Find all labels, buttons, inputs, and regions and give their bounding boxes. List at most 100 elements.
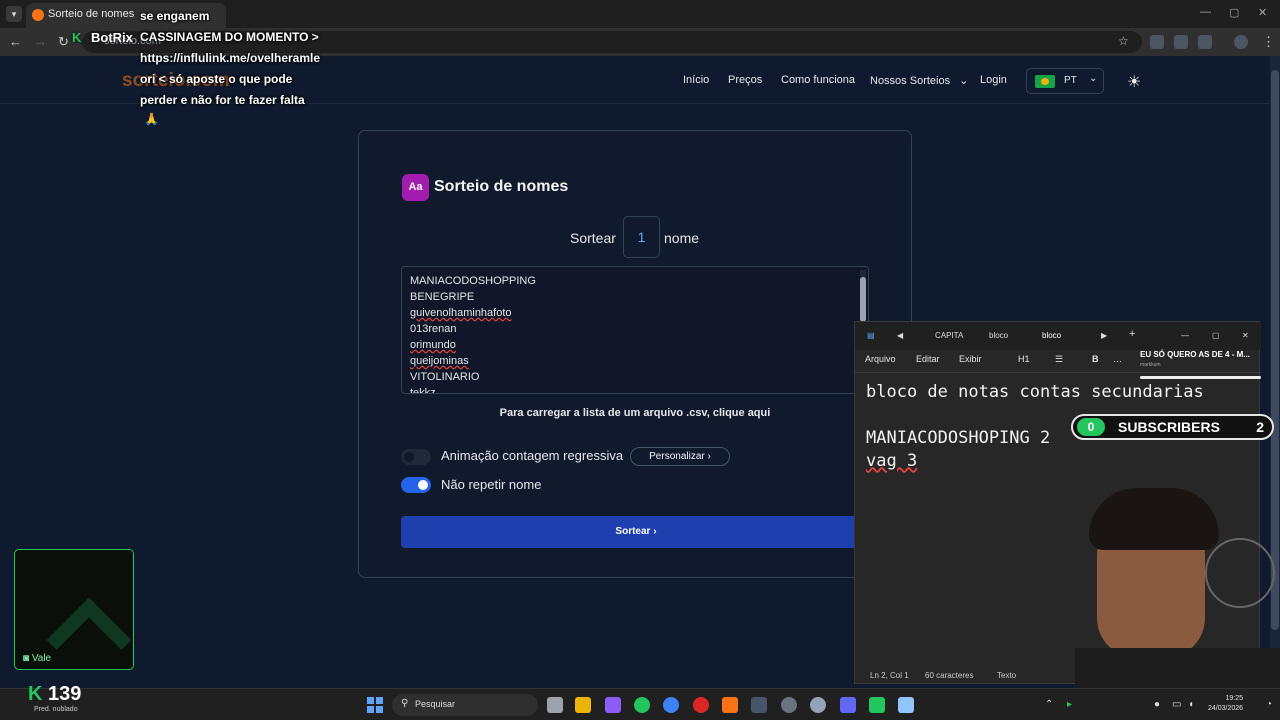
text-format: Texto: [997, 671, 1017, 680]
brave-icon[interactable]: [722, 697, 738, 713]
textarea-scrollbar-thumb[interactable]: [860, 277, 866, 322]
subscribers-label: SUBSCRIBERS: [1118, 419, 1220, 435]
extensions-puzzle-icon[interactable]: [1198, 35, 1212, 49]
maximize-icon[interactable]: ▢: [1229, 6, 1239, 19]
microphone-icon[interactable]: ●: [1154, 699, 1160, 710]
menu-exibir[interactable]: Exibir: [959, 354, 982, 364]
close-icon[interactable]: ✕: [1242, 331, 1249, 340]
tab-title: Sorteio de nomes: [48, 8, 135, 20]
browser-menu-icon[interactable]: ⋮: [1262, 34, 1275, 50]
viewer-count: 139: [48, 683, 82, 705]
menu-arquivo[interactable]: Arquivo: [865, 354, 896, 364]
extension-icon[interactable]: [1150, 35, 1164, 49]
countdown-animation-toggle[interactable]: [401, 449, 431, 465]
chat-line: CASSINAGEM DO MOMENTO >: [140, 30, 319, 44]
chat-line: https://influlink.me/ovelheramle: [140, 51, 321, 65]
file-explorer-icon[interactable]: [575, 697, 591, 713]
extension-icon[interactable]: [1174, 35, 1188, 49]
note-line[interactable]: vag 3: [866, 451, 917, 471]
notepad-titlebar: ▤ ◀ CAPITA bloco bloco ▶ + — ▢ ✕: [855, 322, 1261, 350]
webcam-label-text: Vale: [31, 653, 52, 664]
search-placeholder: Pesquisar: [415, 699, 456, 709]
chevron-right-icon: ›: [707, 451, 711, 462]
personalizar-button[interactable]: Personalizar ›: [630, 447, 730, 466]
csv-upload-link[interactable]: Para carregar a lista de um arquivo .csv…: [359, 407, 911, 419]
sortear-button[interactable]: Sortear ›: [401, 516, 871, 548]
spotify-icon[interactable]: [634, 697, 650, 713]
kick-viewer-count: K 139: [28, 683, 81, 706]
note-line[interactable]: MANIACODOSHOPING 2: [866, 428, 1050, 448]
bold-icon[interactable]: B: [1092, 354, 1099, 364]
site-favicon-icon: [32, 9, 44, 21]
name-line: guivenolhaminhafoto: [410, 307, 512, 319]
new-tab-icon[interactable]: +: [1129, 328, 1135, 340]
apps-icon[interactable]: [605, 697, 621, 713]
notepad-tab-active[interactable]: bloco: [1042, 331, 1061, 340]
app-icon[interactable]: [781, 697, 797, 713]
volume-icon[interactable]: ◖: [1188, 699, 1194, 710]
nav-inicio[interactable]: Início: [683, 74, 709, 86]
chevron-down-icon: ⌄: [1089, 73, 1098, 84]
chat-bot-name: K BotRix: [72, 30, 133, 45]
more-options-icon[interactable]: …: [1113, 354, 1122, 364]
opera-icon[interactable]: [693, 697, 709, 713]
tab-scroll-right-icon[interactable]: ▶: [1101, 331, 1107, 340]
tab-search-button[interactable]: ▾: [6, 6, 22, 22]
app-icon[interactable]: [810, 697, 826, 713]
notification-bell-icon[interactable]: ◔: [1266, 699, 1272, 710]
maximize-icon[interactable]: ▢: [1212, 331, 1220, 340]
no-repeat-name-toggle[interactable]: [401, 477, 431, 493]
language-selector[interactable]: PT ⌄: [1026, 68, 1104, 94]
name-line: queijominas: [410, 355, 469, 367]
menu-editar[interactable]: Editar: [916, 354, 940, 364]
search-icon: ⚲: [401, 698, 409, 709]
chrome-icon[interactable]: [663, 697, 679, 713]
tab-scroll-left-icon[interactable]: ◀: [897, 331, 903, 340]
discord-icon[interactable]: [840, 697, 856, 713]
weather-text[interactable]: Pred. nublado: [34, 706, 78, 713]
media-progress-bar: [1140, 376, 1261, 379]
tray-overflow-icon[interactable]: ⌃: [1045, 699, 1053, 710]
kick-icon[interactable]: [869, 697, 885, 713]
toggle-knob: [418, 480, 428, 490]
profile-avatar-icon[interactable]: [1234, 35, 1248, 49]
minimize-icon[interactable]: —: [1181, 331, 1189, 340]
name-line: VITOLINARIO: [410, 371, 480, 383]
list-icon[interactable]: ☰: [1055, 354, 1063, 365]
nav-login[interactable]: Login: [980, 74, 1007, 86]
sortear-button-label: Sortear: [615, 526, 651, 537]
taskbar-search[interactable]: ⚲ Pesquisar: [392, 694, 538, 716]
forward-icon[interactable]: →: [34, 34, 47, 49]
streamer-hair-image: [1089, 488, 1219, 550]
heading-select[interactable]: H1: [1018, 354, 1030, 364]
nav-como-funciona[interactable]: Como funciona: [781, 74, 855, 86]
nav-nossos-sorteios[interactable]: Nossos Sorteios ⌄: [870, 74, 968, 87]
task-view-icon[interactable]: [547, 697, 563, 713]
taskbar-clock[interactable]: 19:25 24/03/2026: [1208, 694, 1243, 714]
draw-card: Aa Sorteio de nomes Sortear 1 nome MANIA…: [358, 130, 912, 578]
names-textarea[interactable]: MANIACODOSHOPPING BENEGRIPE guivenolhami…: [401, 266, 869, 394]
bookmark-star-icon[interactable]: ☆: [1118, 34, 1129, 48]
name-line: orimundo: [410, 339, 456, 351]
note-line[interactable]: bloco de notas contas secundarias: [866, 382, 1204, 402]
notepad-tab[interactable]: CAPITA: [935, 331, 963, 340]
note-line-text: vag 3: [866, 451, 918, 471]
reload-icon[interactable]: ↻: [58, 34, 69, 50]
notepad-tab[interactable]: bloco: [989, 331, 1008, 340]
network-icon[interactable]: ▭: [1172, 699, 1181, 710]
close-icon[interactable]: ✕: [1258, 6, 1267, 19]
minimize-icon[interactable]: —: [1200, 6, 1211, 18]
nav-precos[interactable]: Preços: [728, 74, 762, 86]
notepad-icon[interactable]: [898, 697, 914, 713]
windows-taskbar: K 139 Pred. nublado ⚲ Pesquisar ⌃ ▸ ● ▭ …: [0, 683, 1280, 720]
language-code: PT: [1064, 75, 1077, 86]
clock-time: 19:25: [1225, 695, 1244, 702]
windows-start-icon[interactable]: [367, 697, 383, 713]
quantity-input[interactable]: 1: [623, 216, 660, 258]
overlay-logo-icon: [46, 597, 132, 669]
chat-line: se enganem: [140, 9, 210, 23]
tray-app-icon[interactable]: ▸: [1067, 699, 1072, 710]
steam-icon[interactable]: [751, 697, 767, 713]
theme-toggle-sun-icon[interactable]: ☀: [1127, 72, 1141, 92]
back-icon[interactable]: ←: [9, 34, 22, 49]
